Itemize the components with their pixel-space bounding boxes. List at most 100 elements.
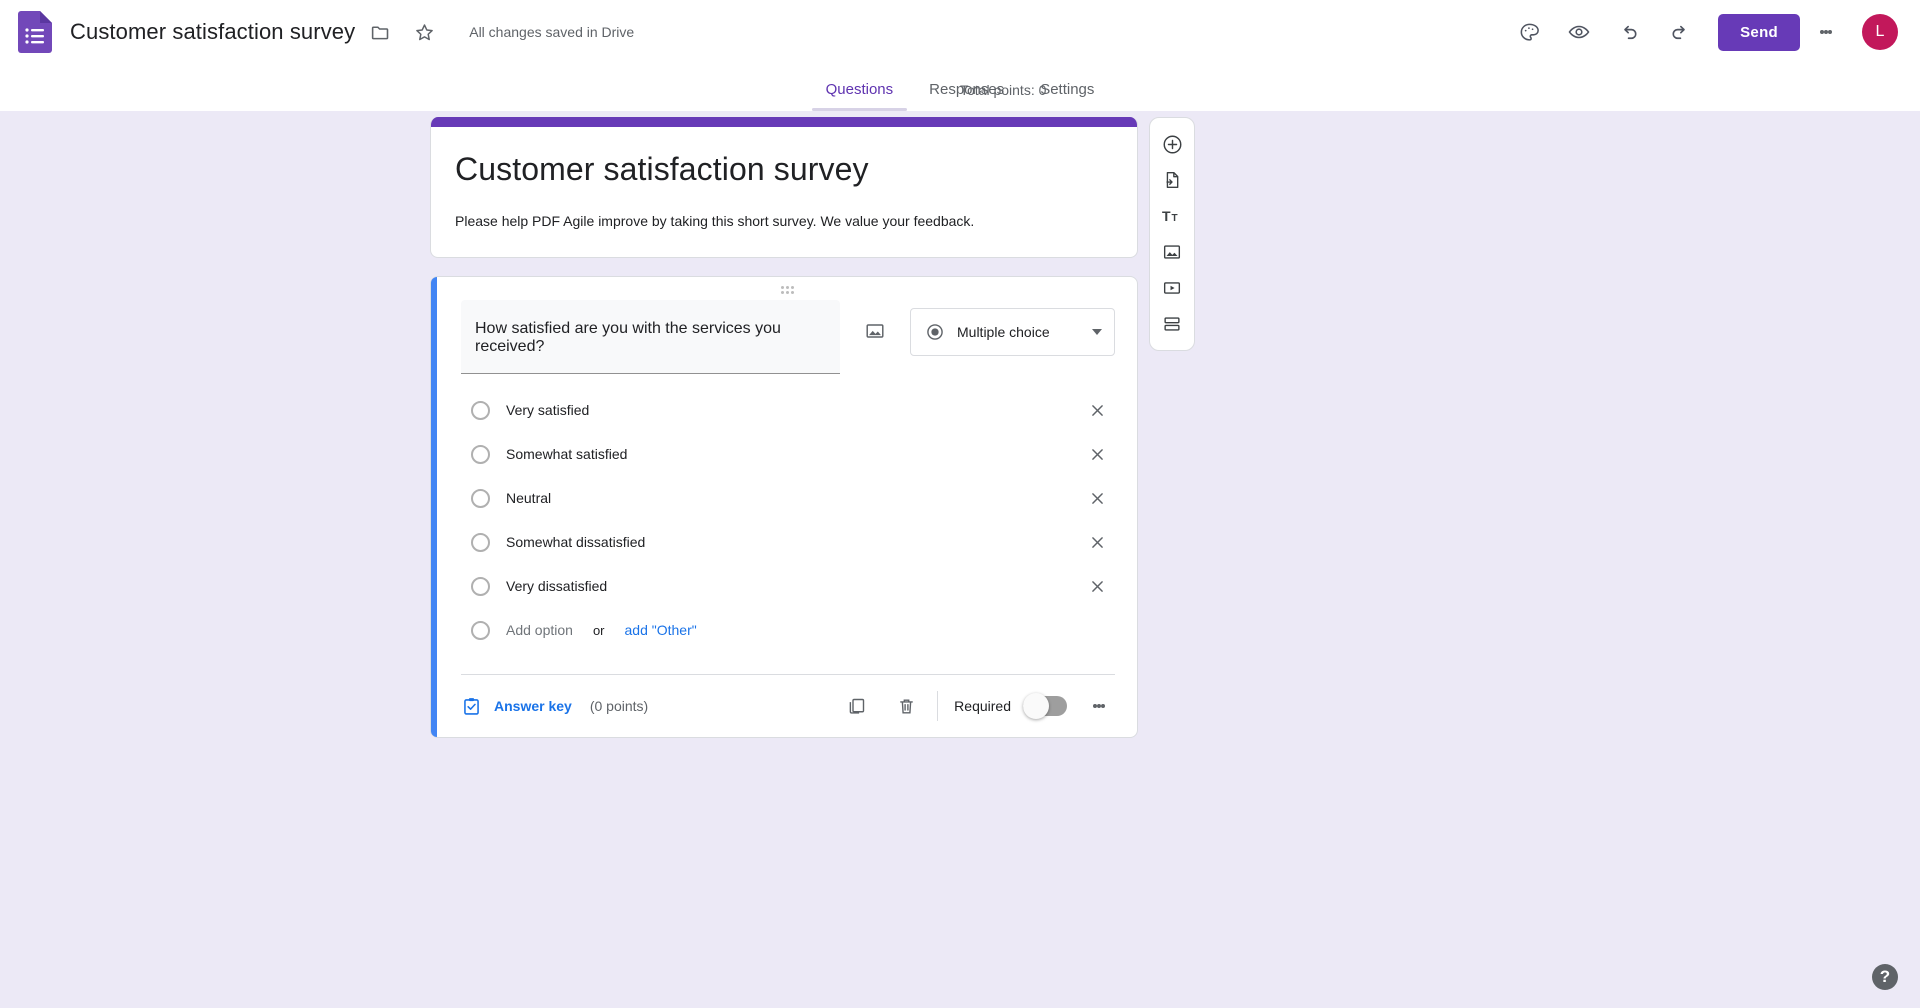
radio-button-icon — [471, 576, 490, 596]
document-title[interactable]: Customer satisfaction survey — [70, 19, 355, 45]
add-option-row[interactable]: Add option or add "Other" — [461, 608, 1115, 652]
save-status: All changes saved in Drive — [469, 24, 635, 40]
remove-option-button[interactable] — [1079, 568, 1115, 604]
question-header: How satisfied are you with the services … — [437, 296, 1137, 375]
question-type-select[interactable]: Multiple choice — [910, 308, 1115, 357]
toggle-knob — [1023, 693, 1049, 720]
option-row[interactable]: Somewhat satisfied — [461, 432, 1115, 476]
add-title-icon: T T — [1162, 208, 1178, 224]
undo-icon — [1623, 25, 1637, 39]
add-question-icon — [1163, 135, 1181, 153]
close-icon — [1091, 536, 1103, 548]
close-icon — [1091, 492, 1103, 504]
question-text-input[interactable]: How satisfied are you with the services … — [461, 300, 840, 375]
preview-button[interactable] — [1556, 9, 1602, 55]
total-points: Total points: 0 — [960, 82, 1047, 98]
eye-icon — [1568, 25, 1590, 39]
answer-key-button[interactable]: Answer key — [461, 696, 572, 717]
remove-option-button[interactable] — [1079, 436, 1115, 472]
close-icon — [1091, 448, 1103, 460]
drag-handle[interactable] — [437, 277, 1137, 296]
answer-key-icon — [464, 697, 479, 715]
folder-icon — [371, 25, 389, 39]
add-other-button[interactable]: add "Other" — [625, 622, 697, 638]
add-section-icon — [1164, 317, 1180, 331]
radio-button-icon — [927, 324, 943, 341]
form-header-card[interactable]: Customer satisfaction survey Please help… — [430, 117, 1138, 259]
radio-button-icon — [471, 444, 490, 464]
option-row[interactable]: Neutral — [461, 476, 1115, 520]
question-footer: Answer key (0 points) Required — [437, 675, 1137, 737]
option-label[interactable]: Somewhat dissatisfied — [506, 534, 1063, 550]
question-selected-accent — [431, 277, 437, 738]
remove-option-button[interactable] — [1079, 524, 1115, 560]
question-add-image-button[interactable] — [854, 310, 896, 352]
option-row[interactable]: Somewhat dissatisfied — [461, 520, 1115, 564]
svg-text:T: T — [1172, 213, 1178, 224]
radio-button-icon — [471, 620, 490, 640]
close-icon — [1091, 580, 1103, 592]
option-row[interactable]: Very satisfied — [461, 388, 1115, 432]
answer-key-label: Answer key — [494, 698, 572, 715]
add-video-button[interactable] — [1151, 270, 1193, 306]
theme-button[interactable] — [1506, 9, 1552, 55]
tab-questions[interactable]: Questions — [811, 81, 908, 111]
drag-handle-icon — [780, 286, 794, 295]
help-button[interactable]: ? — [1872, 964, 1898, 990]
option-label[interactable]: Somewhat satisfied — [506, 446, 1063, 462]
points-label: (0 points) — [589, 698, 649, 715]
required-label: Required — [954, 698, 1011, 715]
chevron-down-icon — [1092, 329, 1102, 336]
question-type-label: Multiple choice — [957, 324, 1050, 341]
option-label[interactable]: Very dissatisfied — [506, 578, 1063, 594]
redo-button[interactable] — [1656, 9, 1702, 55]
add-section-button[interactable] — [1151, 306, 1193, 342]
send-button[interactable]: Send — [1718, 13, 1800, 51]
required-toggle[interactable] — [1023, 693, 1067, 720]
close-icon — [1091, 404, 1103, 416]
undo-button[interactable] — [1606, 9, 1652, 55]
add-image-icon — [866, 324, 884, 338]
import-questions-icon — [1166, 171, 1179, 189]
move-to-folder-button[interactable] — [361, 13, 399, 51]
add-video-icon — [1163, 282, 1181, 294]
option-list: Very satisfied Somewhat satisfied Neutra… — [437, 374, 1137, 652]
avatar[interactable]: L — [1862, 14, 1898, 50]
remove-option-button[interactable] — [1079, 392, 1115, 428]
footer-divider — [937, 691, 939, 722]
radio-button-icon — [471, 400, 490, 420]
option-row[interactable]: Very dissatisfied — [461, 564, 1115, 608]
palette-icon — [1520, 23, 1539, 41]
form-accent-bar — [431, 117, 1137, 127]
form-canvas: Customer satisfaction survey Please help… — [0, 111, 1920, 1008]
option-label[interactable]: Neutral — [506, 490, 1063, 506]
redo-icon — [1672, 25, 1685, 39]
add-image-icon — [1163, 245, 1181, 259]
star-icon — [415, 23, 433, 40]
or-label: or — [592, 622, 605, 638]
more-options-button[interactable] — [1806, 9, 1846, 55]
google-forms-icon[interactable] — [18, 11, 52, 53]
delete-question-button[interactable] — [885, 685, 927, 727]
import-questions-button[interactable] — [1151, 162, 1193, 198]
top-bar: Customer satisfaction survey All changes… — [0, 0, 1920, 64]
form-column: Customer satisfaction survey Please help… — [430, 117, 1138, 739]
tab-bar-inner: Questions Responses Settings Total point… — [440, 81, 1480, 111]
add-question-button[interactable] — [1151, 126, 1193, 162]
add-title-button[interactable]: T T — [1151, 198, 1193, 234]
add-option-input[interactable]: Add option — [506, 622, 573, 638]
question-card[interactable]: How satisfied are you with the services … — [430, 276, 1138, 739]
radio-button-icon — [471, 532, 490, 552]
add-image-button[interactable] — [1151, 234, 1193, 270]
form-title[interactable]: Customer satisfaction survey — [455, 149, 1113, 189]
star-button[interactable] — [405, 13, 443, 51]
duplicate-icon — [849, 698, 864, 714]
duplicate-question-button[interactable] — [835, 685, 877, 727]
option-label[interactable]: Very satisfied — [506, 402, 1063, 418]
remove-option-button[interactable] — [1079, 480, 1115, 516]
question-more-button[interactable] — [1079, 683, 1119, 729]
form-description[interactable]: Please help PDF Agile improve by taking … — [455, 211, 1113, 231]
trash-icon — [899, 699, 913, 714]
svg-text:T: T — [1162, 208, 1171, 224]
radio-button-icon — [471, 488, 490, 508]
